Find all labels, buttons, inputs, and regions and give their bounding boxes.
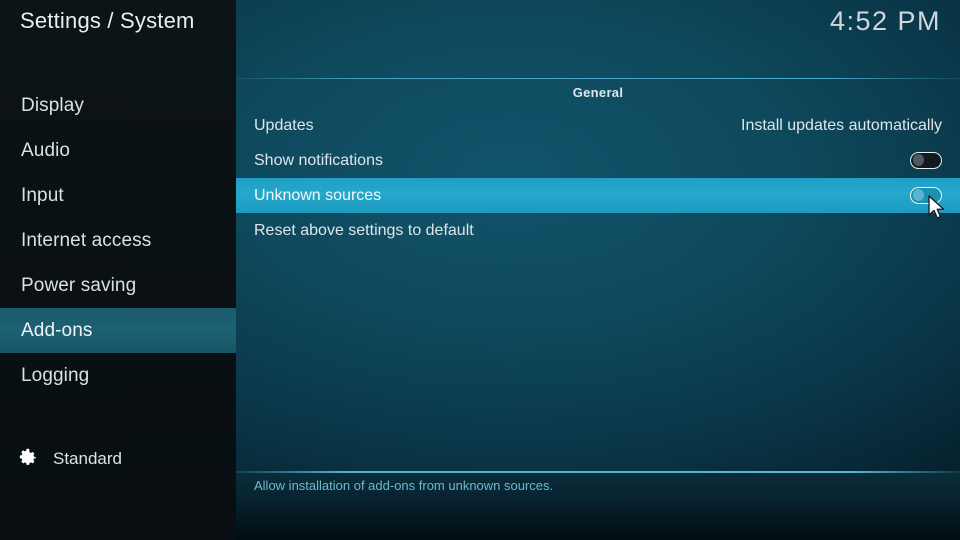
sidebar-nav: Display Audio Input Internet access Powe… — [0, 83, 236, 398]
clock: 4:52 PM — [829, 6, 941, 36]
setting-row-updates[interactable]: Updates Install updates automatically — [236, 108, 960, 143]
setting-value-updates: Install updates automatically — [741, 116, 942, 134]
sidebar-item-label: Power saving — [21, 274, 137, 296]
settings-list: Updates Install updates automatically Sh… — [236, 108, 960, 248]
content-panel: 4:52 PM General Updates Install updates … — [236, 0, 960, 540]
setting-row-reset-defaults[interactable]: Reset above settings to default — [236, 213, 960, 248]
setting-label: Updates — [254, 116, 314, 134]
top-divider — [236, 78, 960, 79]
sidebar-item-display[interactable]: Display — [0, 83, 236, 128]
setting-label: Show notifications — [254, 151, 383, 169]
sidebar-item-label: Input — [21, 184, 64, 206]
sidebar-item-input[interactable]: Input — [0, 173, 236, 218]
sidebar-item-label: Display — [21, 94, 84, 116]
profile-level-label: Standard — [53, 448, 122, 468]
sidebar-item-label: Logging — [21, 364, 90, 386]
section-header-general: General — [572, 85, 624, 100]
toggle-unknown-sources[interactable] — [910, 187, 942, 204]
setting-row-show-notifications[interactable]: Show notifications — [236, 143, 960, 178]
setting-row-unknown-sources[interactable]: Unknown sources — [236, 178, 960, 213]
toggle-knob — [912, 154, 924, 166]
toggle-knob — [912, 189, 924, 201]
sidebar-item-label: Audio — [21, 139, 71, 161]
help-description: Allow installation of add-ons from unkno… — [254, 478, 554, 493]
sidebar-item-label: Add-ons — [21, 319, 93, 341]
setting-label: Unknown sources — [254, 186, 382, 204]
sidebar-item-audio[interactable]: Audio — [0, 128, 236, 173]
kodi-settings-window: Settings / System Display Audio Input In… — [0, 0, 960, 540]
setting-label: Reset above settings to default — [254, 221, 474, 239]
gear-icon — [19, 448, 36, 465]
sidebar: Settings / System Display Audio Input In… — [0, 0, 236, 540]
sidebar-item-add-ons[interactable]: Add-ons — [0, 308, 236, 353]
profile-level-button[interactable]: Standard — [18, 448, 122, 469]
toggle-show-notifications[interactable] — [910, 152, 942, 169]
sidebar-item-internet-access[interactable]: Internet access — [0, 218, 236, 263]
page-title: Settings / System — [20, 8, 195, 33]
sidebar-item-label: Internet access — [21, 229, 152, 251]
sidebar-item-logging[interactable]: Logging — [0, 353, 236, 398]
sidebar-item-power-saving[interactable]: Power saving — [0, 263, 236, 308]
